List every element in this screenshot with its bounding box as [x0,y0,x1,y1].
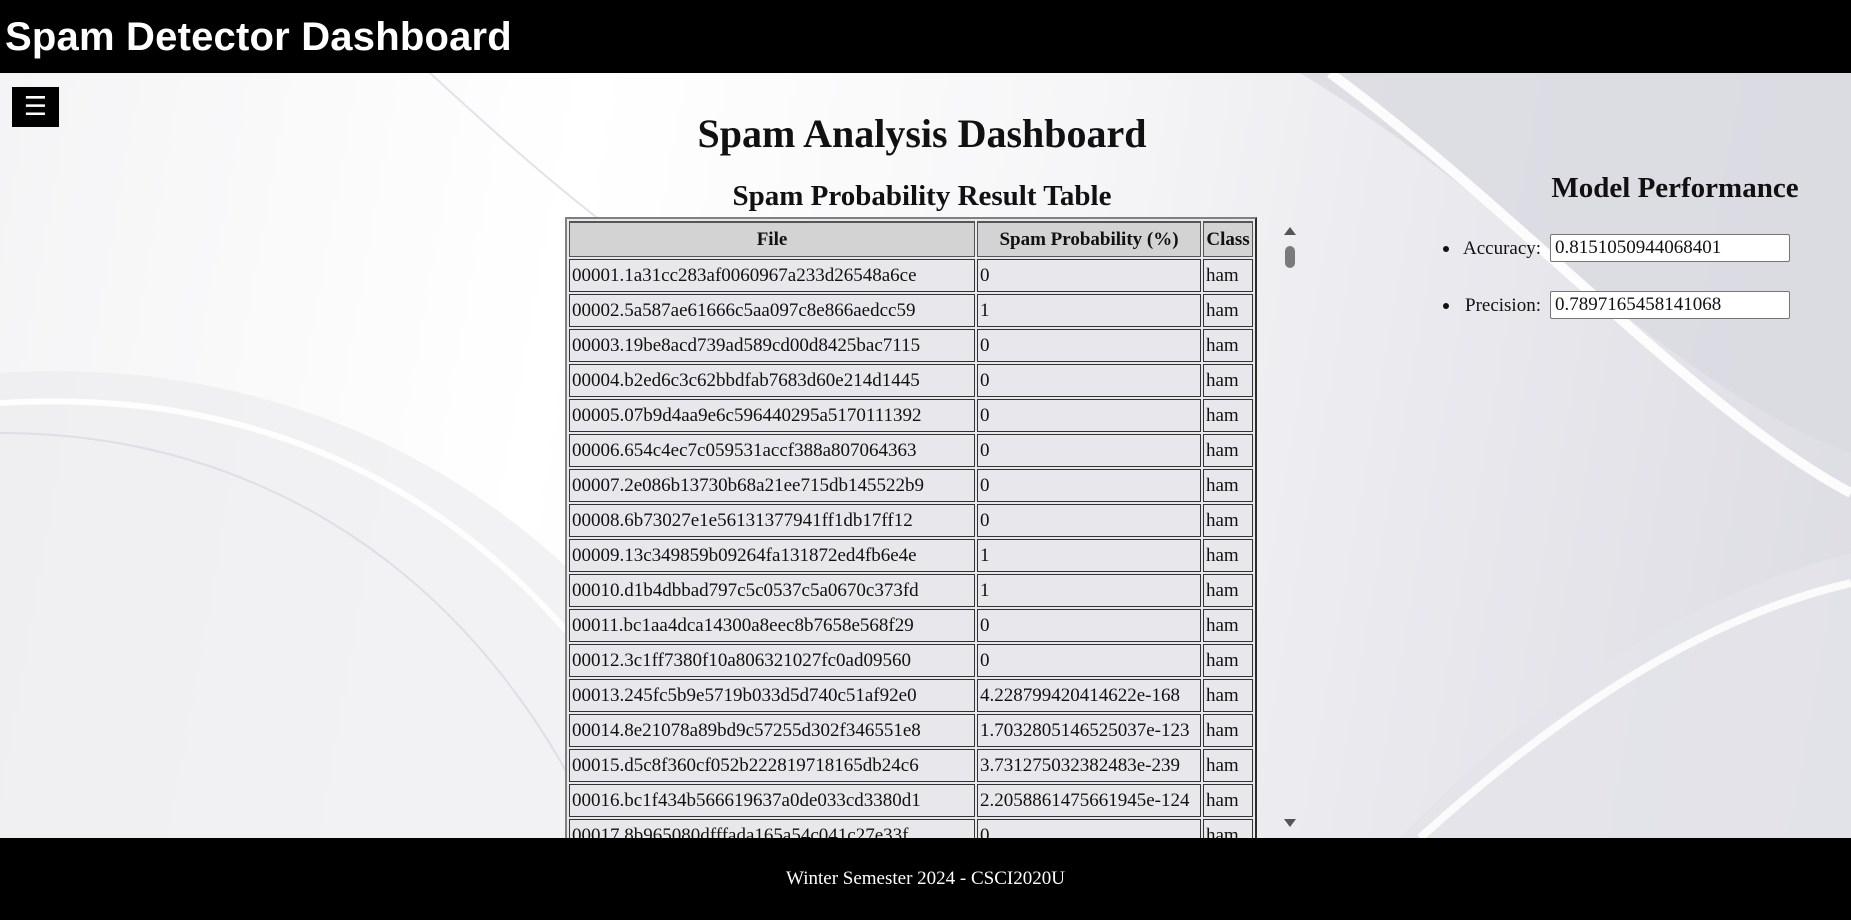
table-row: 00012.3c1ff7380f10a806321027fc0ad09560 0 h… [569,644,1253,677]
cell-file: 00001.1a31cc283af0060967a233d26548a6ce [569,259,975,292]
cell-file: 00009.13c349859b09264fa131872ed4fb6e4e [569,539,975,572]
cell-spam-probability: 1 [977,574,1201,607]
model-performance-title: Model Performance [1551,172,1799,204]
cell-file: 00007.2e086b13730b68a21ee715db145522b9 [569,469,975,502]
table-header-row: File Spam Probability (%) Class [569,221,1253,257]
precision-metric: Precision: [1440,291,1840,321]
scroll-down-arrow-icon[interactable] [1284,819,1296,827]
cell-spam-probability: 3.731275032382483e-239 [977,749,1201,782]
accuracy-metric: Accuracy: [1440,234,1840,264]
precision-label: Precision: [1465,295,1541,316]
cell-class: ham [1203,434,1253,467]
cell-file: 00003.19be8acd739ad589cd00d8425bac7115 [569,329,975,362]
cell-file: 00006.654c4ec7c059531accf388a807064363 [569,434,975,467]
table-row: 00016.bc1f434b566619637a0de033cd3380d1 2.… [569,784,1253,817]
page-title: Spam Analysis Dashboard [697,111,1147,156]
cell-spam-probability: 0 [977,469,1201,502]
table-scrollbar[interactable] [1282,222,1298,838]
cell-file: 00012.3c1ff7380f10a806321027fc0ad09560 [569,644,975,677]
cell-file: 00010.d1b4dbbad797c5c0537c5a0670c373fd [569,574,975,607]
table-row: 00008.6b73027e1e56131377941ff1db17ff12 0 h… [569,504,1253,537]
cell-file: 00005.07b9d4aa9e6c596440295a5170111392 [569,399,975,432]
precision-field[interactable] [1550,291,1790,319]
cell-class: ham [1203,364,1253,397]
column-header-file: File [569,221,975,257]
cell-spam-probability: 1 [977,539,1201,572]
cell-file: 00015.d5c8f360cf052b222819718165db24c6 [569,749,975,782]
cell-file: 00002.5a587ae61666c5aa097c8e866aedcc59 [569,294,975,327]
cell-spam-probability: 1.7032805146525037e-123 [977,714,1201,747]
cell-spam-probability: 0 [977,609,1201,642]
cell-spam-probability: 2.2058861475661945e-124 [977,784,1201,817]
cell-spam-probability: 4.228799420414622e-168 [977,679,1201,712]
cell-class: ham [1203,679,1253,712]
table-row: 00005.07b9d4aa9e6c596440295a5170111392 0 h… [569,399,1253,432]
cell-spam-probability: 0 [977,259,1201,292]
table-row: 00015.d5c8f360cf052b222819718165db24c6 3.… [569,749,1253,782]
top-bar: Spam Detector Dashboard [0,0,1851,73]
cell-class: ham [1203,714,1253,747]
scroll-up-arrow-icon[interactable] [1284,227,1296,235]
table-row: 00009.13c349859b09264fa131872ed4fb6e4e 1 h… [569,539,1253,572]
footer: Winter Semester 2024 - CSCI2020U [0,838,1851,920]
cell-spam-probability: 0 [977,434,1201,467]
page: Spam Detector Dashboard ☰ Spam Analysis … [0,0,1851,920]
bullet-icon [1443,303,1449,309]
cell-spam-probability: 1 [977,294,1201,327]
hamburger-menu-icon: ☰ [23,92,48,122]
bullet-icon [1443,246,1449,252]
scrollbar-thumb[interactable] [1285,246,1295,268]
cell-class: ham [1203,609,1253,642]
column-header-spam-probability: Spam Probability (%) [977,221,1201,257]
results-table-container[interactable]: File Spam Probability (%) Class 00001.1a… [565,217,1300,838]
accuracy-label: Accuracy: [1463,238,1542,259]
cell-file: 00011.bc1aa4dca14300a8eec8b7658e568f29 [569,609,975,642]
cell-file: 00008.6b73027e1e56131377941ff1db17ff12 [569,504,975,537]
table-row: 00010.d1b4dbbad797c5c0537c5a0670c373fd 1 h… [569,574,1253,607]
cell-spam-probability: 0 [977,644,1201,677]
cell-file: 00014.8e21078a89bd9c57255d302f346551e8 [569,714,975,747]
menu-toggle-button[interactable]: ☰ [12,87,59,127]
cell-class: ham [1203,399,1253,432]
cell-file: 00013.245fc5b9e5719b033d5d740c51af92e0 [569,679,975,712]
cell-spam-probability: 0 [977,399,1201,432]
cell-class: ham [1203,574,1253,607]
table-row: 00003.19be8acd739ad589cd00d8425bac7115 0 h… [569,329,1253,362]
table-title: Spam Probability Result Table [732,180,1112,212]
cell-class: ham [1203,644,1253,677]
cell-spam-probability: 0 [977,329,1201,362]
table-row: 00013.245fc5b9e5719b033d5d740c51af92e0 4.… [569,679,1253,712]
table-row: 00007.2e086b13730b68a21ee715db145522b9 0 h… [569,469,1253,502]
cell-file: 00016.bc1f434b566619637a0de033cd3380d1 [569,784,975,817]
cell-class: ham [1203,504,1253,537]
cell-class: ham [1203,784,1253,817]
cell-spam-probability: 0 [977,504,1201,537]
cell-class: ham [1203,819,1253,838]
results-table: File Spam Probability (%) Class 00001.1a… [565,217,1257,838]
accuracy-field[interactable] [1550,234,1790,262]
cell-spam-probability: 0 [977,819,1201,838]
column-header-class: Class [1203,221,1253,257]
cell-class: ham [1203,539,1253,572]
table-row: 00011.bc1aa4dca14300a8eec8b7658e568f29 0 h… [569,609,1253,642]
cell-class: ham [1203,259,1253,292]
cell-file: 00004.b2ed6c3c62bbdfab7683d60e214d1445 [569,364,975,397]
cell-class: ham [1203,749,1253,782]
table-row: 00017.8b965080dfffada165a54c041c27e33f 0 h… [569,819,1253,838]
table-row: 00014.8e21078a89bd9c57255d302f346551e8 1.… [569,714,1253,747]
cell-class: ham [1203,294,1253,327]
app-title: Spam Detector Dashboard [5,15,512,59]
footer-text: Winter Semester 2024 - CSCI2020U [786,868,1065,889]
cell-file: 00017.8b965080dfffada165a54c041c27e33f [569,819,975,838]
cell-spam-probability: 0 [977,364,1201,397]
cell-class: ham [1203,469,1253,502]
table-row: 00004.b2ed6c3c62bbdfab7683d60e214d1445 0 h… [569,364,1253,397]
table-row: 00006.654c4ec7c059531accf388a807064363 0 h… [569,434,1253,467]
table-row: 00001.1a31cc283af0060967a233d26548a6ce 0 h… [569,259,1253,292]
cell-class: ham [1203,329,1253,362]
table-row: 00002.5a587ae61666c5aa097c8e866aedcc59 1 h… [569,294,1253,327]
